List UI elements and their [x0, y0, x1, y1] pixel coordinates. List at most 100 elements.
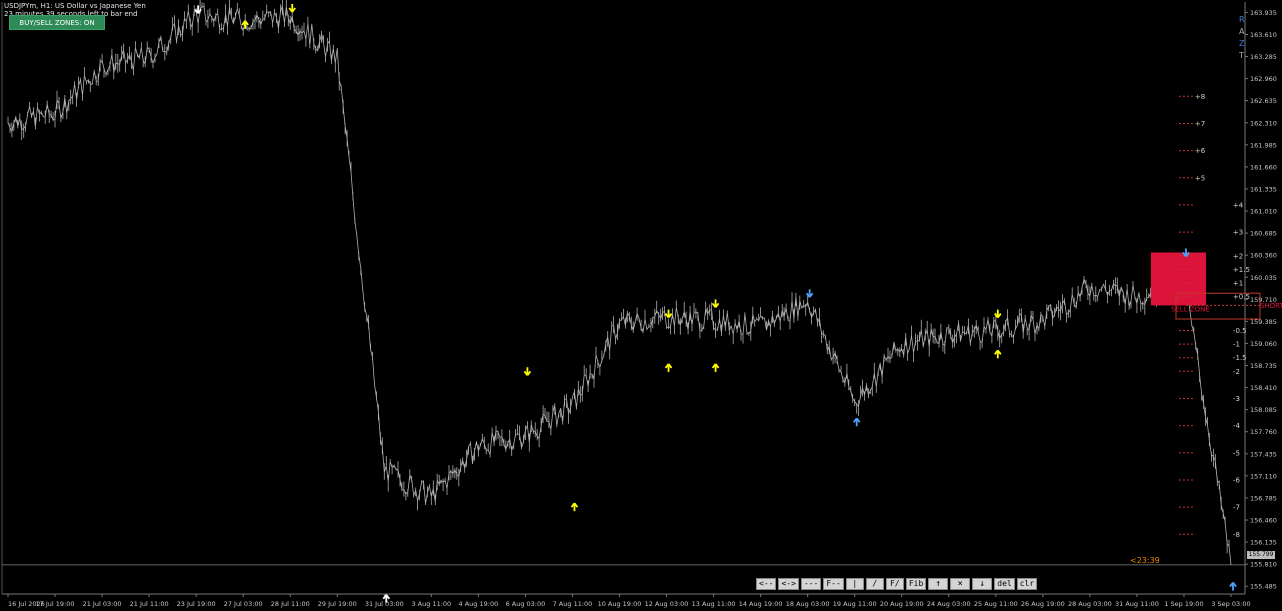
price-tick-label: 157.760 — [1250, 428, 1277, 436]
arrow-down-icon[interactable]: ↓ — [972, 578, 993, 590]
level-label: -4 — [1233, 422, 1241, 430]
time-tick-label: 29 Jul 19:00 — [318, 600, 357, 608]
drawing-toolbar: <-- <-> --- F-- | / F/ Fib ↑ × ↓ del clr — [756, 578, 1038, 590]
fib-trendline-button[interactable]: F/ — [885, 578, 904, 590]
level-label: -0.5 — [1233, 327, 1247, 335]
time-tick-label: 1 Sep 19:00 — [1164, 600, 1203, 608]
time-tick-label: 18 Aug 03:00 — [786, 600, 830, 608]
price-tick-label: 155.810 — [1250, 561, 1277, 569]
price-tick-label: 160.685 — [1250, 230, 1277, 238]
vertical-line-button[interactable]: | — [845, 578, 864, 590]
price-tick-label: 158.410 — [1250, 384, 1277, 392]
level-label: +1.5 — [1233, 266, 1250, 274]
time-tick-label: 17 Jul 19:00 — [36, 600, 75, 608]
trendline-button[interactable]: / — [865, 578, 884, 590]
arrow-up-icon — [664, 363, 673, 372]
current-price-badge: 155.799 — [1247, 551, 1275, 559]
short-entry-label: SHORT ENTRY LEVEL — [1260, 302, 1282, 310]
time-tick-label: 6 Aug 03:00 — [506, 600, 546, 608]
level-label: -1.5 — [1233, 354, 1247, 362]
price-tick-label: 157.110 — [1250, 472, 1277, 480]
side-indicator-letters: R A Z T — [1239, 14, 1245, 62]
time-tick-label: 31 Jul 03:00 — [365, 600, 404, 608]
time-tick-label: 10 Aug 19:00 — [598, 600, 642, 608]
time-tick-label: 26 Aug 19:00 — [1021, 600, 1065, 608]
price-tick-label: 163.935 — [1250, 9, 1277, 17]
time-tick-label: 14 Aug 19:00 — [739, 600, 783, 608]
price-tick-label: 158.085 — [1250, 406, 1277, 414]
time-tick-label: 7 Aug 11:00 — [553, 600, 593, 608]
price-tick-label: 161.335 — [1250, 185, 1277, 193]
price-tick-label: 159.060 — [1250, 340, 1277, 348]
price-tick-label: 161.985 — [1250, 141, 1277, 149]
price-tick-label: 160.035 — [1250, 274, 1277, 282]
price-chart[interactable]: 163.935 163.610 163.285 162.960 162.635 162.3… — [0, 0, 1282, 611]
arrow-up-icon — [852, 417, 861, 427]
arrow-up-icon[interactable]: ↑ — [928, 578, 949, 590]
level-label: +4 — [1233, 201, 1244, 209]
side-letter: T — [1239, 51, 1244, 60]
price-tick-label: 156.460 — [1250, 517, 1277, 525]
time-tick-label: 28 Jul 11:00 — [271, 600, 310, 608]
symbol-title: USDJPYm, H1: US Dollar vs Japanese Yen — [4, 2, 146, 10]
arrow-up-icon — [570, 502, 579, 512]
time-tick-label: 19 Aug 11:00 — [833, 600, 877, 608]
extend-both-button[interactable]: <-> — [778, 578, 799, 590]
arrow-down-icon — [523, 367, 532, 376]
time-tick-label: 28 Aug 03:00 — [1068, 600, 1112, 608]
time-tick-label: 3 Sep 03:00 — [1211, 600, 1250, 608]
arrow-down-icon — [664, 309, 673, 319]
price-tick-label: 160.360 — [1250, 252, 1277, 260]
fib-line-button[interactable]: F-- — [823, 578, 844, 590]
price-tick-label: 161.010 — [1250, 208, 1277, 216]
sell-zone-label: SELL ZONE — [1171, 305, 1210, 313]
price-tick-label: 156.785 — [1250, 494, 1277, 502]
level-label: -8 — [1233, 531, 1240, 539]
time-tick-label: 4 Aug 19:00 — [459, 600, 499, 608]
price-tick-label: 155.485 — [1250, 583, 1277, 591]
time-tick-label: 25 Aug 11:00 — [974, 600, 1018, 608]
side-letter: R — [1239, 15, 1245, 24]
time-tick-label: 24 Aug 03:00 — [927, 600, 971, 608]
extend-left-button[interactable]: <-- — [756, 578, 777, 590]
level-label: +5 — [1195, 174, 1205, 182]
time-tick-label: 31 Aug 11:00 — [1115, 600, 1159, 608]
arrow-up-icon — [994, 349, 1002, 359]
horizontal-line-button[interactable]: --- — [800, 578, 822, 590]
close-icon[interactable]: × — [950, 578, 971, 590]
side-letter: Z — [1239, 39, 1245, 48]
arrow-down-icon — [711, 299, 720, 308]
level-label: +1 — [1233, 280, 1243, 288]
buy-sell-zones-toggle-button[interactable]: BUY/SELL ZONES: ON — [9, 15, 105, 30]
time-tick-label: 21 Jul 11:00 — [130, 600, 169, 608]
price-tick-label: 162.635 — [1250, 97, 1277, 105]
time-tick-label: 13 Aug 11:00 — [692, 600, 736, 608]
side-letter: A — [1239, 27, 1245, 36]
level-label: +0.5 — [1233, 293, 1250, 301]
bar-timer: <23:39 — [1130, 556, 1160, 565]
level-label: -3 — [1233, 395, 1240, 403]
level-label: -5 — [1233, 449, 1240, 457]
delete-button[interactable]: del — [994, 578, 1015, 590]
level-label: -1 — [1233, 341, 1240, 349]
fibonacci-button[interactable]: Fib — [905, 578, 927, 590]
arrow-up-icon — [1229, 582, 1237, 591]
price-tick-label: 157.435 — [1250, 450, 1277, 458]
arrow-down-icon — [288, 4, 296, 13]
time-tick-label: 20 Aug 19:00 — [880, 600, 924, 608]
price-tick-label: 161.660 — [1250, 163, 1277, 171]
clear-button[interactable]: clr — [1016, 578, 1038, 590]
time-tick-label: 23 Jul 19:00 — [177, 600, 216, 608]
price-tick-label: 162.310 — [1250, 119, 1277, 127]
level-label: -6 — [1233, 476, 1241, 484]
level-label: +8 — [1195, 93, 1205, 101]
time-tick-label: 12 Aug 03:00 — [645, 600, 689, 608]
price-tick-label: 156.135 — [1250, 539, 1277, 547]
arrow-up-icon — [711, 363, 720, 372]
level-label: +2 — [1233, 252, 1243, 260]
price-tick-label: 163.285 — [1250, 53, 1277, 61]
price-tick-label: 158.735 — [1250, 362, 1277, 370]
time-tick-label: 21 Jul 03:00 — [83, 600, 122, 608]
price-tick-label: 162.960 — [1250, 75, 1277, 83]
sell-zone-box — [1150, 252, 1206, 306]
